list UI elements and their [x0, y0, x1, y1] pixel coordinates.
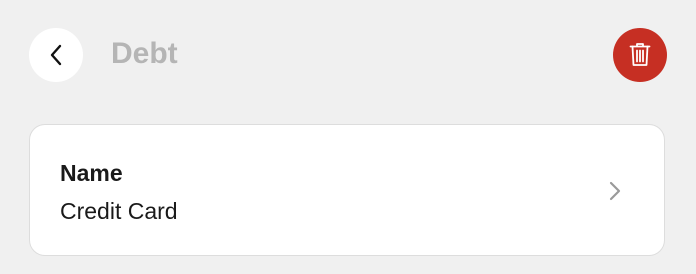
- field-label: Name: [60, 160, 123, 186]
- chevron-right-icon: [609, 181, 621, 201]
- trash-icon: [629, 43, 651, 66]
- chevron-left-icon: [50, 44, 62, 66]
- name-field-row[interactable]: Name Credit Card: [29, 124, 665, 256]
- page-title: Debt: [111, 37, 178, 70]
- back-button[interactable]: [29, 28, 83, 82]
- field-value: Credit Card: [60, 198, 178, 224]
- delete-button[interactable]: [613, 28, 667, 82]
